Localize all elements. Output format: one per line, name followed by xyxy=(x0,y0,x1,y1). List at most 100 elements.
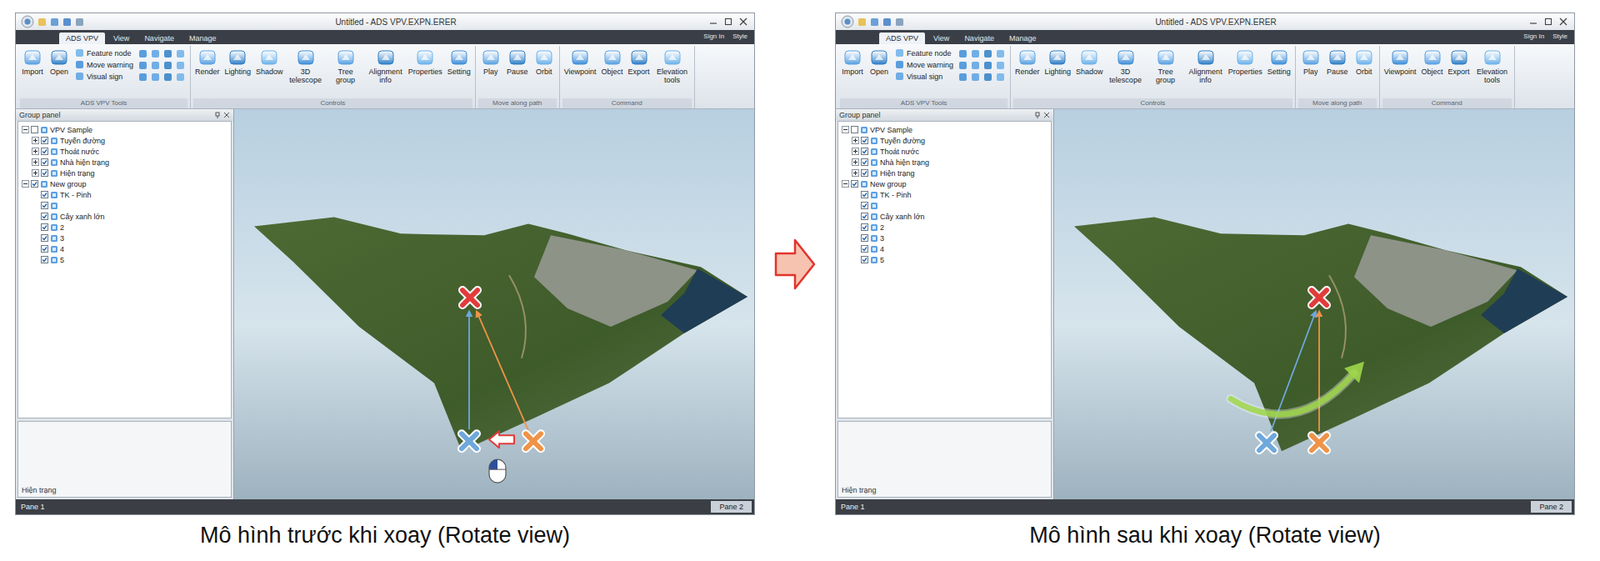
account-link[interactable]: Style xyxy=(732,32,748,40)
tree-item[interactable]: Thoát nước xyxy=(18,145,231,157)
expander[interactable] xyxy=(841,125,850,134)
ribbon-button[interactable]: Import xyxy=(840,47,865,78)
ribbon-button[interactable]: Lighting xyxy=(223,47,254,78)
ribbon-tab[interactable]: View xyxy=(926,32,956,45)
ribbon-tab[interactable]: Navigate xyxy=(137,32,181,45)
tree-checkbox[interactable] xyxy=(40,158,49,166)
tree-item[interactable]: 5 xyxy=(18,254,231,265)
tree-checkbox[interactable] xyxy=(40,255,49,264)
tree-item[interactable]: 2 xyxy=(18,221,231,233)
quick-access-icon[interactable] xyxy=(75,17,85,27)
tree-checkbox[interactable] xyxy=(860,223,869,231)
tree-item[interactable]: New group xyxy=(838,178,1051,190)
maximize-icon[interactable] xyxy=(1542,16,1555,27)
ribbon-button[interactable]: Lighting xyxy=(1043,47,1074,78)
account-link[interactable]: Sign In xyxy=(1523,32,1545,40)
target-marker-icon[interactable] xyxy=(1311,290,1327,305)
ribbon-button[interactable]: Shadow xyxy=(254,47,285,78)
ribbon-tab[interactable]: ADS VPV xyxy=(59,32,105,45)
tree-item[interactable]: TK - Pinh xyxy=(838,189,1051,200)
ribbon-button[interactable]: Alignment info xyxy=(1186,47,1225,86)
tree-checkbox[interactable] xyxy=(860,136,869,145)
ribbon-button[interactable]: Shadow xyxy=(1074,47,1105,78)
tree-item[interactable]: Cây xanh lớn xyxy=(18,210,231,222)
ribbon-button[interactable]: Pause xyxy=(1325,47,1350,78)
ribbon-button[interactable]: Properties xyxy=(406,47,445,78)
tree-item[interactable]: Nhà hiện trạng xyxy=(18,156,231,168)
list-command[interactable]: Move warning xyxy=(75,60,134,70)
list-command[interactable]: Visual sign xyxy=(895,71,954,81)
tree-checkbox[interactable] xyxy=(850,180,859,188)
ribbon-button[interactable]: Import xyxy=(20,47,45,78)
ribbon-tab[interactable]: Manage xyxy=(182,32,224,45)
tree-item[interactable]: 3 xyxy=(838,232,1051,244)
app-logo-icon[interactable] xyxy=(840,15,855,29)
ribbon-button[interactable]: 3D telescope xyxy=(286,47,325,86)
tree-checkbox[interactable] xyxy=(40,245,49,253)
3d-viewport[interactable] xyxy=(234,109,755,500)
ribbon-button[interactable]: Export xyxy=(626,47,652,78)
ribbon-button[interactable]: Viewpoint xyxy=(562,47,599,78)
tree-checkbox[interactable] xyxy=(40,212,49,220)
tree-checkbox[interactable] xyxy=(860,169,869,177)
tree-checkbox[interactable] xyxy=(860,255,869,264)
app-logo-icon[interactable] xyxy=(20,15,35,29)
quick-access-icon[interactable] xyxy=(870,17,880,27)
ribbon-button[interactable]: Properties xyxy=(1226,47,1265,78)
quick-access-icon[interactable] xyxy=(882,17,892,27)
minimize-icon[interactable] xyxy=(707,16,720,27)
tree-item[interactable]: 2 xyxy=(838,221,1051,233)
ribbon-tab[interactable]: ADS VPV xyxy=(879,32,925,45)
origin-marker-icon[interactable] xyxy=(525,433,541,449)
expander[interactable] xyxy=(851,147,860,155)
ribbon-tab[interactable]: Manage xyxy=(1002,32,1044,45)
ribbon-button[interactable]: Orbit xyxy=(531,47,557,78)
camera-marker-icon[interactable] xyxy=(461,433,477,449)
tree-item[interactable]: 5 xyxy=(838,254,1051,265)
close-icon[interactable] xyxy=(1557,16,1570,27)
tree-item[interactable] xyxy=(18,200,231,211)
account-link[interactable]: Sign In xyxy=(703,32,725,40)
tree-checkbox[interactable] xyxy=(860,212,869,220)
expander[interactable] xyxy=(841,180,850,188)
tree-checkbox[interactable] xyxy=(40,234,49,242)
tree-checkbox[interactable] xyxy=(860,234,869,242)
ribbon-button[interactable]: Elevation tools xyxy=(1473,47,1512,86)
quick-access-icon[interactable] xyxy=(50,17,60,27)
ribbon-button[interactable]: Object xyxy=(600,47,625,78)
tree-checkbox[interactable] xyxy=(860,190,869,199)
ribbon-button[interactable]: Tree group xyxy=(326,47,365,86)
ribbon-button[interactable]: Setting xyxy=(1265,47,1293,78)
tree-checkbox[interactable] xyxy=(40,190,49,199)
close-panel-icon[interactable] xyxy=(223,111,230,119)
tree-item[interactable]: Thoát nước xyxy=(838,145,1051,157)
tree-checkbox[interactable] xyxy=(40,169,49,177)
expander[interactable] xyxy=(851,158,860,166)
maximize-icon[interactable] xyxy=(722,16,735,27)
tree-checkbox[interactable] xyxy=(30,180,39,188)
tree-item[interactable]: Nhà hiện trạng xyxy=(838,156,1051,168)
scene-canvas[interactable] xyxy=(234,109,755,500)
close-panel-icon[interactable] xyxy=(1043,111,1050,119)
camera-marker-icon[interactable] xyxy=(1259,435,1275,450)
target-marker-icon[interactable] xyxy=(462,290,478,305)
tree-checkbox[interactable] xyxy=(40,201,49,210)
expander[interactable] xyxy=(851,169,860,177)
list-command[interactable]: Feature node xyxy=(895,48,954,58)
tree-checkbox[interactable] xyxy=(850,125,859,134)
tree-item[interactable]: 4 xyxy=(18,243,231,255)
quick-access-icon[interactable] xyxy=(37,17,47,27)
expander[interactable] xyxy=(851,136,860,145)
quick-access-icon[interactable] xyxy=(857,17,867,27)
pin-icon[interactable] xyxy=(1034,111,1041,119)
ribbon-button[interactable]: Setting xyxy=(445,47,473,78)
expander[interactable] xyxy=(31,158,40,166)
tree-item[interactable]: New group xyxy=(18,178,231,190)
ribbon-button[interactable]: Orbit xyxy=(1351,47,1377,78)
quick-access-icon[interactable] xyxy=(62,17,72,27)
tree-item[interactable] xyxy=(838,200,1051,211)
tree-checkbox[interactable] xyxy=(860,158,869,166)
3d-viewport[interactable] xyxy=(1054,109,1575,500)
ribbon-tab[interactable]: View xyxy=(106,32,136,45)
tree-item[interactable]: VPV Sample xyxy=(18,124,231,135)
